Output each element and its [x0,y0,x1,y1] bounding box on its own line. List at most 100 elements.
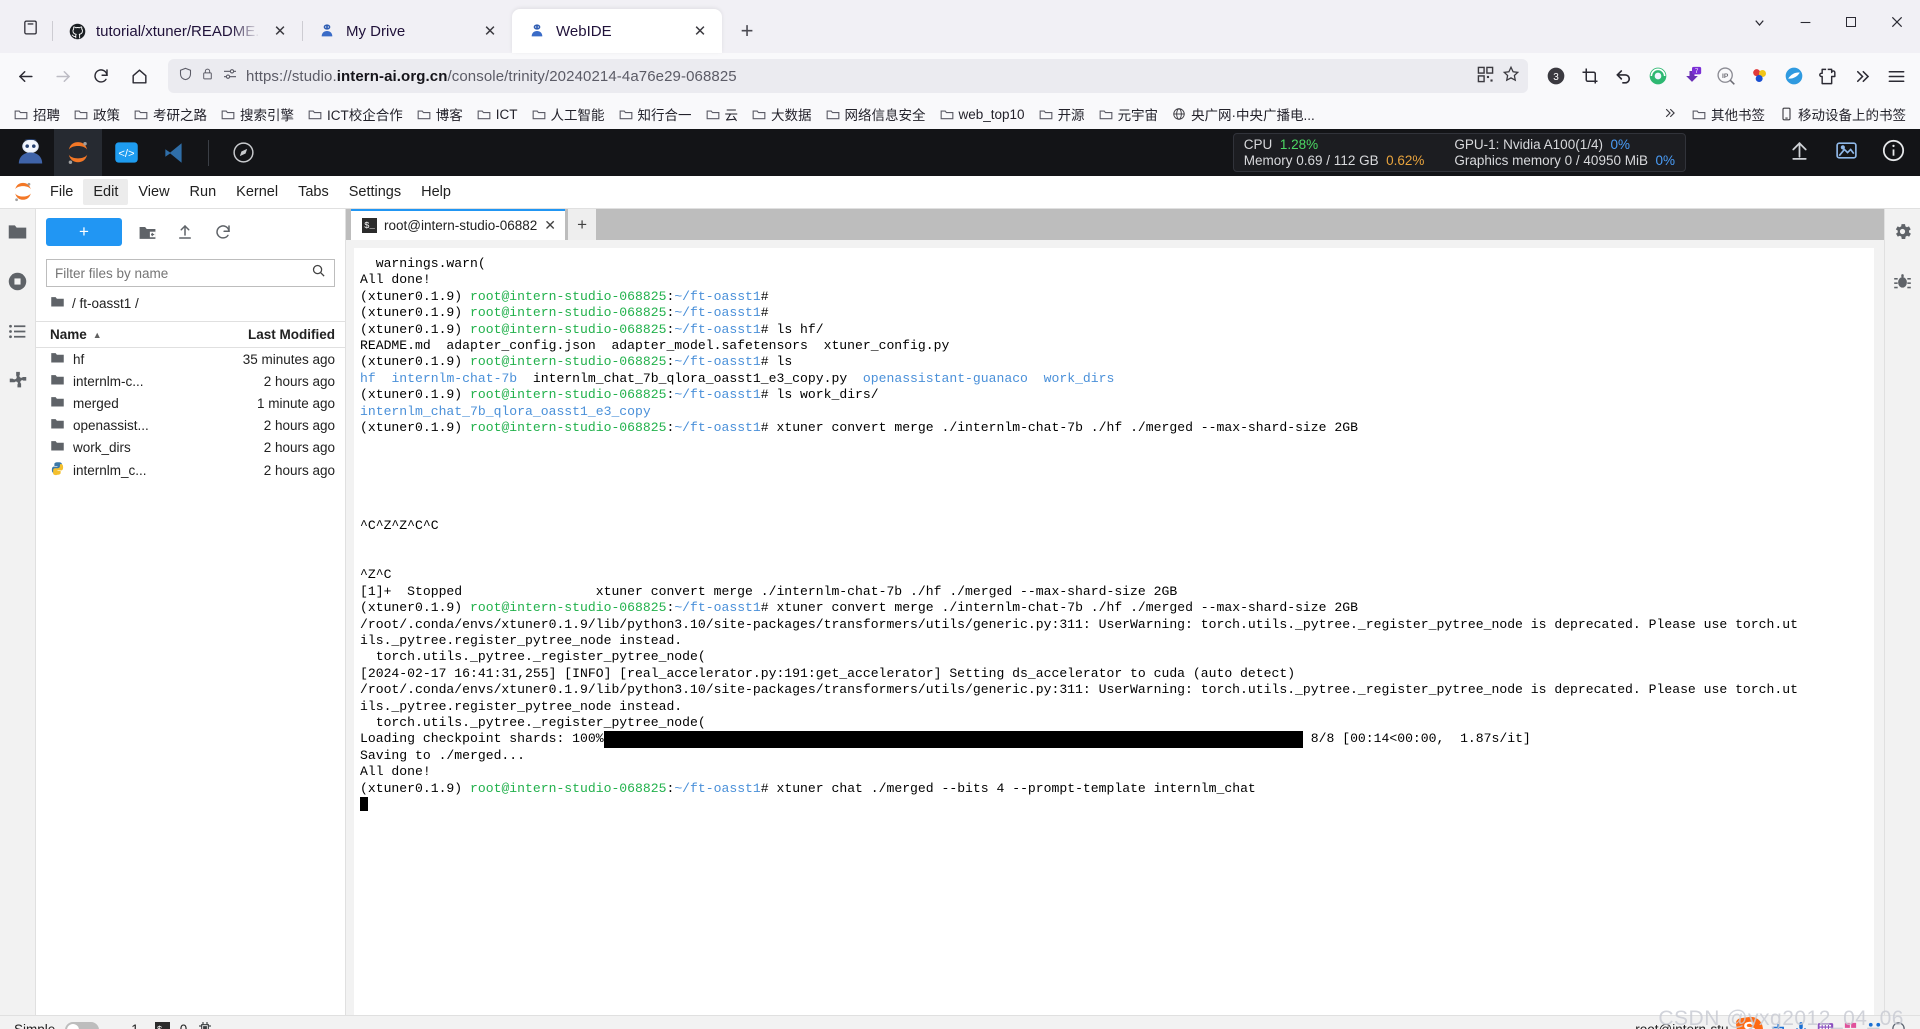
terminal-tab[interactable]: $_ root@intern-studio-06882 ✕ [351,209,566,240]
bookmark-item[interactable]: ICT校企合作 [302,101,409,127]
reload-button[interactable] [84,59,118,93]
menu-item-file[interactable]: File [40,179,83,205]
menu-item-help[interactable]: Help [411,179,461,205]
file-list-item[interactable]: openassist... 2 hours ago [36,414,345,436]
close-icon[interactable]: ✕ [544,217,556,234]
translate-icon[interactable] [1642,60,1674,92]
home-button[interactable] [122,59,156,93]
file-list-item[interactable]: merged 1 minute ago [36,392,345,414]
upload-icon[interactable] [172,219,198,245]
close-icon[interactable]: ✕ [270,21,290,41]
menu-item-edit[interactable]: Edit [83,179,129,205]
sidebar-item-extension-manager[interactable] [4,367,32,395]
sidebar-item-table-of-contents[interactable] [4,317,32,345]
info-icon[interactable] [1881,138,1906,168]
search-icon[interactable] [311,263,326,283]
file-list-item[interactable]: work_dirs 2 hours ago [36,436,345,458]
adblock-icon[interactable]: 3 [1540,60,1572,92]
menu-item-tabs[interactable]: Tabs [288,179,339,205]
file-list-item[interactable]: hf 35 minutes ago [36,348,345,370]
menu-icon[interactable] [1891,1021,1906,1029]
column-header-last-modified[interactable]: Last Modified [215,327,335,342]
browser-tab-1[interactable]: tutorial/xtuner/README.md a ✕ [52,9,302,53]
mic-icon[interactable] [1794,1020,1808,1029]
overflow-icon[interactable] [1846,60,1878,92]
file-list-item[interactable]: internlm-c... 2 hours ago [36,370,345,392]
bookmark-item[interactable]: 知行合一 [613,101,698,127]
upload-icon[interactable] [1787,138,1812,168]
bookmark-item[interactable]: 考研之路 [128,101,213,127]
menu-item-kernel[interactable]: Kernel [226,179,288,205]
add-tab-button[interactable]: + [568,209,597,240]
bookmark-item[interactable]: 招聘 [8,101,66,127]
bookmark-item[interactable]: ICT [471,104,524,125]
menu-item-view[interactable]: View [128,179,179,205]
qrcode-icon[interactable] [1477,66,1494,87]
bookmark-item[interactable]: 央广网·中央广播电... [1166,101,1321,127]
maximize-icon[interactable] [1828,0,1874,44]
new-folder-icon[interactable] [134,219,160,245]
bookmark-star-icon[interactable] [1502,65,1520,87]
new-tab-button[interactable]: + [730,14,764,48]
bookmark-item[interactable]: web_top10 [934,104,1031,125]
bookmark-item[interactable]: 博客 [411,101,469,127]
bookmark-item[interactable]: 元宇宙 [1093,101,1165,127]
image-icon[interactable] [1834,138,1859,168]
bookmark-item[interactable]: 云 [700,101,745,127]
jupyter-icon[interactable] [54,129,102,176]
ime-chinese-icon[interactable]: 中 [1772,1020,1786,1029]
bookmark-item[interactable]: 开源 [1033,101,1091,127]
bookmarks-overflow-button[interactable] [1656,103,1684,126]
bookmark-item[interactable]: 人工智能 [526,101,611,127]
browser-tab-2[interactable]: My Drive ✕ [302,9,512,53]
shield-icon[interactable] [178,66,193,86]
bookmark-other-bookmarks[interactable]: 其他书签 [1686,101,1771,127]
bookmark-mobile-bookmarks[interactable]: 移动设备上的书签 [1773,101,1912,127]
column-header-name[interactable]: Name ▲ [50,327,215,342]
close-icon[interactable] [1874,0,1920,44]
menu-item-run[interactable]: Run [180,179,227,205]
simple-mode-toggle[interactable] [65,1021,100,1029]
sidebar-item-running-terminals[interactable] [4,267,32,295]
url-bar[interactable]: https://studio.intern-ai.org.cn/console/… [168,59,1528,93]
chevron-down-icon[interactable] [1736,0,1782,44]
sogou-logo-icon[interactable]: S [1734,1014,1765,1029]
sidebar-item-file-browser[interactable] [4,217,32,245]
forward-button[interactable] [46,59,80,93]
intern-robot-icon[interactable] [6,129,54,176]
list-all-tabs-button[interactable] [8,5,52,49]
debugger-icon[interactable] [1889,267,1917,295]
refresh-icon[interactable] [210,219,236,245]
search-input[interactable] [55,265,311,281]
filter-files-field[interactable] [46,259,335,287]
bookmark-item[interactable]: 搜索引擎 [215,101,300,127]
tool-icon[interactable] [1843,1021,1858,1029]
extensions-icon[interactable] [1812,60,1844,92]
keyboard-icon[interactable] [1817,1021,1834,1029]
new-launcher-button[interactable]: + [46,218,122,246]
bookmark-item[interactable]: 政策 [68,101,126,127]
menu-icon[interactable] [1880,60,1912,92]
compass-icon[interactable] [219,129,267,176]
apps-icon[interactable] [1867,1021,1882,1029]
screenshot-icon[interactable] [1574,60,1606,92]
code-server-icon[interactable]: </> [102,129,150,176]
menu-item-settings[interactable]: Settings [339,179,411,205]
back-button[interactable] [8,59,42,93]
browser-tab-3[interactable]: WebIDE ✕ [512,9,722,53]
colorpick-icon[interactable] [1744,60,1776,92]
maxthon-icon[interactable] [1778,60,1810,92]
url-text[interactable]: https://studio.intern-ai.org.cn/console/… [246,68,1469,85]
terminal-icon[interactable]: $_ [154,1022,170,1029]
ip-lookup-icon[interactable]: IP [1710,60,1742,92]
bookmark-item[interactable]: 大数据 [746,101,818,127]
terminal-output[interactable]: warnings.warn(All done! (xtuner0.1.9) roo… [354,248,1874,1015]
breadcrumb[interactable]: / ft-oasst1 / [36,287,345,321]
property-inspector-icon[interactable] [1889,217,1917,245]
idm-icon[interactable]: 7 [1676,60,1708,92]
bookmark-item[interactable]: 网络信息安全 [820,101,932,127]
lock-icon[interactable] [201,66,214,86]
permissions-icon[interactable] [222,66,238,86]
minimize-icon[interactable] [1782,0,1828,44]
undo-icon[interactable] [1608,60,1640,92]
